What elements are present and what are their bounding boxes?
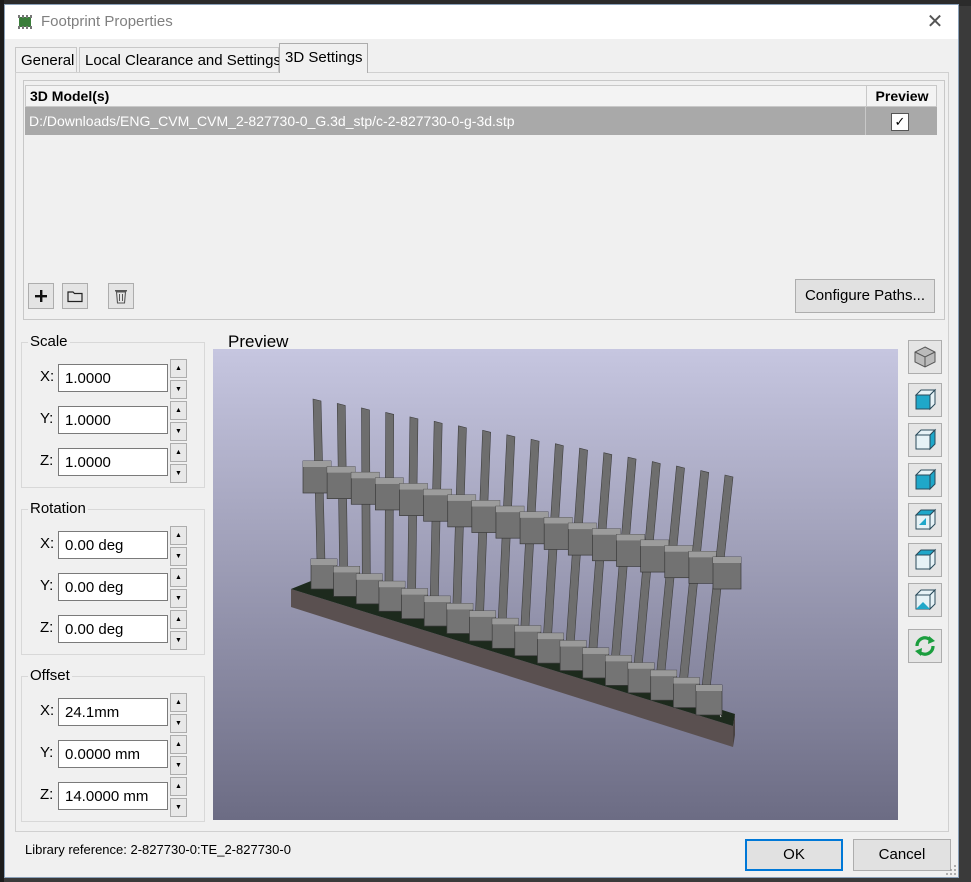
spin-down-icon[interactable]: ▼ — [170, 547, 187, 566]
table-header: 3D Model(s) Preview — [25, 85, 937, 107]
offset-y-stepper[interactable]: ▲ ▼ — [170, 735, 188, 775]
rotation-group: Rotation X: ▲▼ Y: ▲▼ Z: ▲▼ — [21, 500, 205, 655]
view-bottom-icon — [914, 588, 937, 611]
spin-down-icon[interactable]: ▼ — [170, 798, 187, 817]
title-bar[interactable]: Footprint Properties ✕ — [5, 5, 958, 39]
scale-z-stepper[interactable]: ▲ ▼ — [170, 443, 188, 483]
offset-x-input[interactable] — [58, 698, 168, 726]
spin-down-icon[interactable]: ▼ — [170, 631, 187, 650]
view-back-icon — [914, 428, 937, 451]
configure-paths-button[interactable]: Configure Paths... — [795, 279, 935, 313]
scale-x-input[interactable] — [58, 364, 168, 392]
trash-icon — [115, 290, 127, 304]
spin-up-icon[interactable]: ▲ — [170, 568, 187, 587]
offset-group-label: Offset — [28, 667, 72, 684]
resize-grip-icon[interactable] — [945, 864, 957, 876]
rotation-z-label: Z: — [40, 619, 54, 636]
rotation-x-stepper[interactable]: ▲ ▼ — [170, 526, 188, 566]
footprint-app-icon — [18, 15, 32, 29]
spin-up-icon[interactable]: ▲ — [170, 735, 187, 754]
view-3d-icon — [914, 346, 936, 368]
3d-model-render — [213, 349, 898, 820]
spin-up-icon[interactable]: ▲ — [170, 443, 187, 462]
spin-up-icon[interactable]: ▲ — [170, 610, 187, 629]
tab-3d-settings[interactable]: 3D Settings — [279, 43, 368, 73]
spin-up-icon[interactable]: ▲ — [170, 777, 187, 796]
scale-group: Scale X: ▲▼ Y: ▲▼ Z: ▲▼ — [21, 333, 205, 488]
rotation-y-stepper[interactable]: ▲ ▼ — [170, 568, 188, 608]
offset-z-input[interactable] — [58, 782, 168, 810]
view-right-button[interactable] — [908, 503, 942, 537]
rotation-y-label: Y: — [40, 577, 54, 594]
rotation-y-input[interactable] — [58, 573, 168, 601]
scale-y-label: Y: — [40, 410, 54, 427]
column-header-model[interactable]: 3D Model(s) — [30, 88, 109, 104]
browse-model-button[interactable] — [62, 283, 88, 309]
add-model-button[interactable] — [28, 283, 54, 309]
offset-z-stepper[interactable]: ▲ ▼ — [170, 777, 188, 817]
rotation-z-stepper[interactable]: ▲ ▼ — [170, 610, 188, 650]
footprint-properties-dialog: Footprint Properties ✕ General Local Cle… — [4, 4, 959, 878]
scale-y-input[interactable] — [58, 406, 168, 434]
spin-up-icon[interactable]: ▲ — [170, 401, 187, 420]
offset-group: Offset X: ▲▼ Y: ▲▼ Z: ▲▼ — [21, 667, 205, 822]
spin-up-icon[interactable]: ▲ — [170, 526, 187, 545]
models-table: 3D Model(s) Preview D:/Downloads/ENG_CVM… — [25, 85, 937, 275]
column-divider — [865, 107, 866, 135]
offset-x-stepper[interactable]: ▲ ▼ — [170, 693, 188, 733]
preview-checkbox[interactable]: ✓ — [891, 113, 909, 131]
column-header-preview[interactable]: Preview — [866, 86, 937, 106]
spin-down-icon[interactable]: ▼ — [170, 380, 187, 399]
close-icon[interactable]: ✕ — [920, 9, 950, 35]
view-front-button[interactable] — [908, 383, 942, 417]
rotation-group-label: Rotation — [28, 500, 88, 517]
table-row[interactable]: D:/Downloads/ENG_CVM_CVM_2-827730-0_G.3d… — [25, 107, 937, 135]
view-left-icon — [914, 468, 937, 491]
view-left-button[interactable] — [908, 463, 942, 497]
remove-model-button[interactable] — [108, 283, 134, 309]
reload-button[interactable] — [908, 629, 942, 663]
view-bottom-button[interactable] — [908, 583, 942, 617]
scale-z-label: Z: — [40, 452, 54, 469]
scale-z-input[interactable] — [58, 448, 168, 476]
folder-icon — [67, 291, 83, 303]
rotation-x-input[interactable] — [58, 531, 168, 559]
spin-down-icon[interactable]: ▼ — [170, 422, 187, 441]
offset-z-label: Z: — [40, 786, 54, 803]
offset-y-input[interactable] — [58, 740, 168, 768]
offset-y-label: Y: — [40, 744, 54, 761]
spin-down-icon[interactable]: ▼ — [170, 589, 187, 608]
view-top-icon — [914, 548, 937, 571]
library-reference: Library reference: 2-827730-0:TE_2-82773… — [25, 842, 291, 857]
model-path[interactable]: D:/Downloads/ENG_CVM_CVM_2-827730-0_G.3d… — [29, 113, 515, 129]
scale-x-label: X: — [40, 368, 55, 385]
rotation-x-label: X: — [40, 535, 55, 552]
spin-up-icon[interactable]: ▲ — [170, 359, 187, 378]
cancel-button[interactable]: Cancel — [853, 839, 951, 871]
spin-down-icon[interactable]: ▼ — [170, 464, 187, 483]
spin-up-icon[interactable]: ▲ — [170, 693, 187, 712]
scale-x-stepper[interactable]: ▲ ▼ — [170, 359, 188, 399]
offset-x-label: X: — [40, 702, 55, 719]
view-back-button[interactable] — [908, 423, 942, 457]
plus-icon — [35, 290, 47, 302]
tab-general[interactable]: General — [15, 47, 77, 72]
view-top-button[interactable] — [908, 543, 942, 577]
scale-group-label: Scale — [28, 333, 70, 350]
ok-button[interactable]: OK — [745, 839, 843, 871]
scale-y-stepper[interactable]: ▲ ▼ — [170, 401, 188, 441]
spin-down-icon[interactable]: ▼ — [170, 756, 187, 775]
view-3d-button[interactable] — [908, 340, 942, 374]
3d-preview-viewport[interactable] — [213, 349, 898, 820]
rotation-z-input[interactable] — [58, 615, 168, 643]
window-title: Footprint Properties — [41, 13, 173, 30]
spin-down-icon[interactable]: ▼ — [170, 714, 187, 733]
reload-icon — [915, 636, 935, 656]
view-front-icon — [914, 388, 937, 411]
view-right-icon — [914, 508, 937, 531]
tab-local-clearance[interactable]: Local Clearance and Settings — [79, 47, 281, 72]
